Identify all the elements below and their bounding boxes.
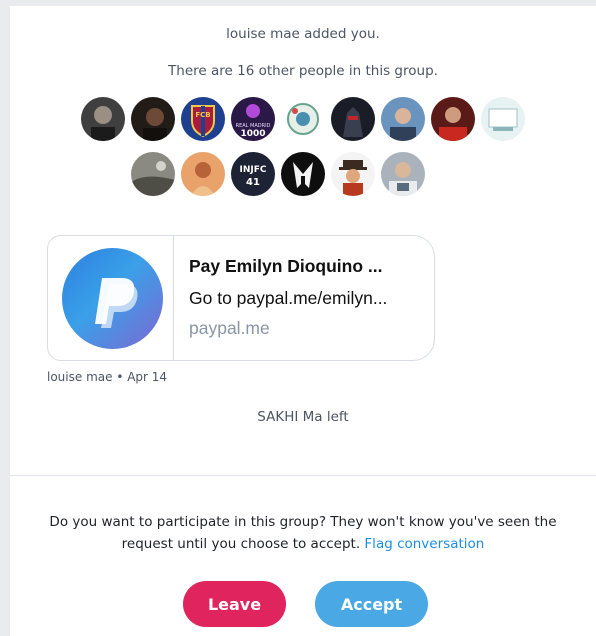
avatar-member-2[interactable] xyxy=(131,97,175,141)
avatar-member-1[interactable] xyxy=(81,97,125,141)
real-madrid-number: 1000 xyxy=(240,129,265,139)
avatar-member-8[interactable] xyxy=(431,97,475,141)
divider xyxy=(10,475,596,476)
message-author[interactable]: louise mae xyxy=(47,370,113,384)
injfc-text: INJFC xyxy=(240,165,267,175)
injfc-number: 41 xyxy=(246,177,260,188)
avatar-member-11[interactable] xyxy=(181,152,225,196)
avatar-member-4[interactable]: REAL MADRID 1000 xyxy=(231,97,275,141)
avatar-member-9[interactable] xyxy=(481,97,525,141)
conversation-panel: louise mae added you. There are 16 other… xyxy=(10,6,596,636)
avatar-member-13[interactable] xyxy=(281,152,325,196)
added-message: louise mae added you. xyxy=(226,26,380,42)
avatar-member-15[interactable] xyxy=(381,152,425,196)
avatar-member-3[interactable]: FCB xyxy=(181,97,225,141)
avatar-member-6[interactable] xyxy=(331,97,375,141)
accept-button[interactable]: Accept xyxy=(315,581,428,627)
avatar-member-14[interactable] xyxy=(331,152,375,196)
prompt-line-2-text: request until you choose to accept. xyxy=(121,536,361,552)
avatar-member-7[interactable] xyxy=(381,97,425,141)
message-date: Apr 14 xyxy=(127,370,168,384)
participation-prompt: Do you want to participate in this group… xyxy=(10,511,596,555)
link-card-domain: paypal.me xyxy=(189,318,270,338)
prompt-line-1: Do you want to participate in this group… xyxy=(49,514,557,530)
prompt-line-2: request until you choose to accept. Flag… xyxy=(10,533,596,555)
message-meta: louise mae • Apr 14 xyxy=(47,370,167,384)
paypal-link-card[interactable]: Pay Emilyn Dioquino ... Go to paypal.me/… xyxy=(47,235,435,361)
link-card-title: Pay Emilyn Dioquino ... xyxy=(189,256,383,276)
fcb-badge-text: FCB xyxy=(195,111,210,119)
avatar-member-12[interactable]: INJFC 41 xyxy=(231,152,275,196)
leave-button[interactable]: Leave xyxy=(183,581,286,627)
avatar-member-5[interactable] xyxy=(281,97,325,141)
paypal-logo-icon xyxy=(62,248,163,349)
member-left-message: SAKHI Ma left xyxy=(257,409,349,425)
member-count-message: There are 16 other people in this group. xyxy=(168,63,438,79)
link-card-description: Go to paypal.me/emilyn... xyxy=(189,288,388,308)
avatar-member-10[interactable] xyxy=(131,152,175,196)
link-card-thumbnail xyxy=(48,236,174,360)
flag-conversation-link[interactable]: Flag conversation xyxy=(364,536,484,552)
meta-separator: • xyxy=(112,370,128,384)
